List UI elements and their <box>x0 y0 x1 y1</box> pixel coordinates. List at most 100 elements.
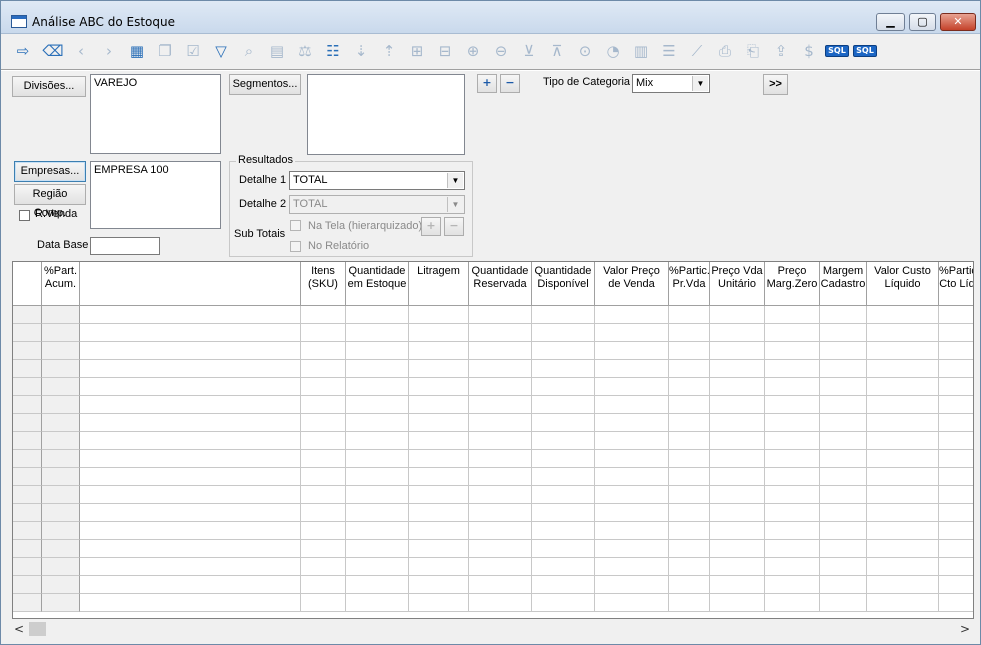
grid-cell[interactable] <box>469 468 532 486</box>
grid-cell[interactable] <box>42 486 80 504</box>
grid-cell[interactable] <box>409 522 469 540</box>
grid-cell[interactable] <box>346 576 409 594</box>
grid-cell[interactable] <box>532 450 595 468</box>
grid-cell[interactable] <box>42 594 80 612</box>
grid-cell[interactable] <box>669 522 710 540</box>
grid-cell[interactable] <box>346 324 409 342</box>
grid-cell[interactable] <box>532 594 595 612</box>
print-icon[interactable]: ⎙ <box>713 38 737 64</box>
grid-cell[interactable] <box>867 486 939 504</box>
grid-cell[interactable] <box>532 486 595 504</box>
grid-cell[interactable] <box>939 450 973 468</box>
grid-cell[interactable] <box>42 378 80 396</box>
grid-cell[interactable] <box>409 306 469 324</box>
grid-cell[interactable] <box>80 324 301 342</box>
grid-cell[interactable] <box>595 486 669 504</box>
grid-cell[interactable] <box>346 306 409 324</box>
grid-cell[interactable] <box>532 378 595 396</box>
grid-cell[interactable] <box>409 378 469 396</box>
grid-cell[interactable] <box>469 324 532 342</box>
grid-cell[interactable] <box>669 378 710 396</box>
row-indicator-cell[interactable] <box>13 396 42 414</box>
grid-cell[interactable] <box>595 432 669 450</box>
detalhe2-select[interactable]: TOTAL ▼ <box>289 195 465 214</box>
grid-cell[interactable] <box>710 324 765 342</box>
row-indicator-cell[interactable] <box>13 432 42 450</box>
grid-cell[interactable] <box>669 360 710 378</box>
row-indicator-cell[interactable] <box>13 306 42 324</box>
grid-cell[interactable] <box>820 540 867 558</box>
subtotal-plus-button[interactable]: + <box>421 217 441 236</box>
grid-cell[interactable] <box>669 342 710 360</box>
grid-cell[interactable] <box>595 324 669 342</box>
row-indicator-cell[interactable] <box>13 378 42 396</box>
grid-cell[interactable] <box>765 378 820 396</box>
grid-cell[interactable] <box>867 396 939 414</box>
grid-cell[interactable] <box>532 432 595 450</box>
grid-cell[interactable] <box>346 414 409 432</box>
grid-cell[interactable] <box>710 396 765 414</box>
more-button[interactable]: >> <box>763 74 788 95</box>
grid-cell[interactable] <box>595 576 669 594</box>
grid-cell[interactable] <box>469 378 532 396</box>
grid-cell[interactable] <box>939 360 973 378</box>
chevron-down-icon[interactable]: ▼ <box>692 76 708 91</box>
grid-cell[interactable] <box>346 450 409 468</box>
grid-cell[interactable] <box>80 396 301 414</box>
grid-cell[interactable] <box>595 414 669 432</box>
grid-cell[interactable] <box>469 360 532 378</box>
next-icon[interactable]: › <box>97 38 121 64</box>
column-header[interactable]: Preço Marg.Zero <box>765 262 820 306</box>
grid-cell[interactable] <box>532 414 595 432</box>
maximize-button[interactable]: ▢ <box>909 13 936 31</box>
grid-cell[interactable] <box>532 360 595 378</box>
grid-cell[interactable] <box>939 468 973 486</box>
segmentos-list[interactable] <box>307 74 465 155</box>
grid-cell[interactable] <box>80 522 301 540</box>
grid-cell[interactable] <box>469 342 532 360</box>
grid-cell[interactable] <box>710 414 765 432</box>
grid-cell[interactable] <box>469 414 532 432</box>
grid-cell[interactable] <box>301 360 346 378</box>
grid-cell[interactable] <box>301 396 346 414</box>
grid-cell[interactable] <box>867 594 939 612</box>
row-indicator-cell[interactable] <box>13 342 42 360</box>
grid-cell[interactable] <box>409 450 469 468</box>
group-icon[interactable]: ⊞ <box>405 38 429 64</box>
scroll-right-icon[interactable]: > <box>960 622 970 636</box>
grid-cell[interactable] <box>765 396 820 414</box>
grid-cell[interactable] <box>301 342 346 360</box>
grid-cell[interactable] <box>939 306 973 324</box>
grid-cell[interactable] <box>595 540 669 558</box>
row-indicator-cell[interactable] <box>13 324 42 342</box>
grid-cell[interactable] <box>765 360 820 378</box>
edit-list-icon[interactable]: ☷ <box>321 38 345 64</box>
grid-cell[interactable] <box>669 450 710 468</box>
calc-icon[interactable]: ▤ <box>265 38 289 64</box>
grid-cell[interactable] <box>301 306 346 324</box>
grid-cell[interactable] <box>301 486 346 504</box>
grid-cell[interactable] <box>42 342 80 360</box>
grid-cell[interactable] <box>346 432 409 450</box>
grid-cell[interactable] <box>532 396 595 414</box>
filter-add-icon[interactable]: ⊻ <box>517 38 541 64</box>
data-base-input[interactable] <box>90 237 160 255</box>
grid-cell[interactable] <box>42 540 80 558</box>
grid-cell[interactable] <box>595 450 669 468</box>
grid-cell[interactable] <box>710 558 765 576</box>
grid-cell[interactable] <box>867 450 939 468</box>
grid-cell[interactable] <box>710 306 765 324</box>
grid-cell[interactable] <box>346 342 409 360</box>
grid-cell[interactable] <box>42 468 80 486</box>
grid-cell[interactable] <box>346 396 409 414</box>
grid-cell[interactable] <box>820 450 867 468</box>
grid-cell[interactable] <box>532 468 595 486</box>
grid-cell[interactable] <box>409 414 469 432</box>
grid-cell[interactable] <box>820 594 867 612</box>
grid-cell[interactable] <box>80 306 301 324</box>
grid-cell[interactable] <box>469 540 532 558</box>
column-header[interactable]: %Part. Acum. <box>42 262 80 306</box>
column-header[interactable]: Litragem <box>409 262 469 306</box>
grid-cell[interactable] <box>669 306 710 324</box>
grid-cell[interactable] <box>409 360 469 378</box>
